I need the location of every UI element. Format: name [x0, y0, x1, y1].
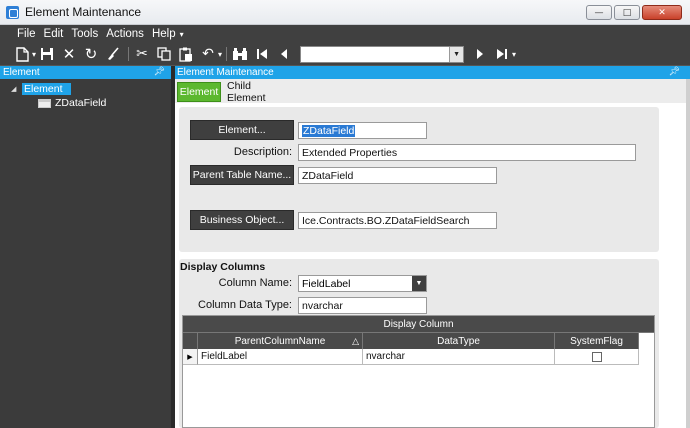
- app-icon: [6, 5, 19, 19]
- column-name-label: Column Name:: [218, 277, 292, 289]
- menu-edit[interactable]: Edit: [44, 28, 64, 40]
- menu-help[interactable]: Help: [152, 28, 176, 40]
- column-name-value: FieldLabel: [302, 277, 351, 290]
- parent-table-name-button[interactable]: Parent Table Name...: [190, 165, 294, 185]
- tree-node-root-label[interactable]: Element: [22, 83, 71, 95]
- cell-systemflag[interactable]: [555, 349, 639, 365]
- form-content: Element... ZDataField Description: Exten…: [175, 103, 686, 428]
- title-bar: Element Maintenance — □ ✕: [0, 0, 690, 25]
- main-panel-title: Element Maintenance: [177, 67, 274, 78]
- tab-strip: Element Child Element: [175, 79, 686, 116]
- business-object-button[interactable]: Business Object...: [190, 210, 294, 230]
- next-record-icon[interactable]: [472, 46, 488, 62]
- element-details-group: Element... ZDataField Description: Exten…: [179, 107, 659, 252]
- menu-bar: File Edit Tools Actions Help ▾: [0, 25, 690, 43]
- tab-child-element[interactable]: Child Element: [227, 80, 291, 104]
- clear-icon[interactable]: [105, 46, 121, 62]
- menu-overflow-icon[interactable]: ▾: [180, 30, 184, 39]
- display-column-grid[interactable]: Display Column ParentColumnName △ DataTy…: [182, 315, 655, 428]
- tree-node-child[interactable]: ZDataField: [0, 96, 171, 110]
- description-label: Description:: [233, 146, 292, 158]
- grid-row-selector-header: [183, 333, 198, 349]
- tree-node-root[interactable]: ◢ Element: [0, 82, 171, 96]
- menu-file[interactable]: File: [17, 28, 36, 40]
- minimize-button[interactable]: —: [586, 5, 612, 20]
- save-icon[interactable]: [39, 46, 55, 62]
- display-columns-group: Display Columns Column Name: FieldLabel …: [179, 259, 659, 428]
- display-columns-title: Display Columns: [180, 261, 266, 273]
- description-field[interactable]: Extended Properties: [298, 144, 636, 161]
- systemflag-checkbox[interactable]: [591, 351, 602, 362]
- element-field-value: ZDataField: [302, 124, 356, 137]
- cell-datatype[interactable]: nvarchar: [363, 349, 555, 365]
- toolbar: ▾ ✕ ↻ ✂ ↶ ▾ ▼ ▾: [0, 43, 690, 65]
- main-panel-header: Element Maintenance 📌︎: [175, 66, 690, 79]
- window-controls: — □ ✕: [586, 5, 682, 20]
- column-header-parentcolumnname[interactable]: ParentColumnName △: [198, 333, 363, 349]
- row-pointer-icon[interactable]: ▶: [183, 349, 198, 365]
- column-header-datatype[interactable]: DataType: [363, 333, 555, 349]
- toolbar-separator: [128, 47, 130, 61]
- menu-tools[interactable]: Tools: [71, 28, 98, 40]
- search-icon[interactable]: [232, 46, 248, 62]
- window-title: Element Maintenance: [25, 5, 142, 19]
- chevron-down-icon[interactable]: ▼: [449, 46, 464, 62]
- toolbar-separator: [226, 47, 228, 61]
- column-data-type-field[interactable]: nvarchar: [298, 297, 427, 314]
- pin-icon[interactable]: 📌︎: [669, 66, 680, 77]
- cut-icon[interactable]: ✂: [134, 46, 150, 62]
- column-name-combo[interactable]: FieldLabel ▼: [298, 275, 427, 292]
- copy-icon[interactable]: [156, 46, 172, 62]
- main-panel: Element Maintenance 📌︎ Element Child Ele…: [175, 66, 690, 428]
- tree-expander-icon[interactable]: ◢: [11, 85, 19, 93]
- tab-element[interactable]: Element: [177, 82, 221, 102]
- undo-dropdown-icon[interactable]: ▾: [218, 50, 222, 59]
- toolbar-overflow-icon[interactable]: ▾: [512, 50, 516, 59]
- cell-parentcolumnname[interactable]: FieldLabel: [198, 349, 363, 365]
- column-header-parentcolumnname-label: ParentColumnName: [234, 335, 326, 347]
- previous-record-icon[interactable]: [276, 46, 292, 62]
- close-button[interactable]: ✕: [642, 5, 682, 20]
- refresh-icon[interactable]: ↻: [83, 46, 99, 62]
- parent-table-name-field[interactable]: ZDataField: [298, 167, 497, 184]
- column-header-systemflag[interactable]: SystemFlag: [555, 333, 639, 349]
- tree-panel-title: Element: [3, 67, 40, 78]
- sort-ascending-icon: △: [352, 335, 359, 346]
- element-field[interactable]: ZDataField: [298, 122, 427, 139]
- new-dropdown-icon[interactable]: ▾: [32, 50, 36, 59]
- maximize-button[interactable]: □: [614, 5, 640, 20]
- grid-band-header: Display Column: [183, 316, 654, 333]
- table-icon: [38, 98, 51, 108]
- last-record-icon[interactable]: [494, 46, 510, 62]
- tree-node-child-label[interactable]: ZDataField: [55, 97, 106, 109]
- tree-panel-header: Element 📌︎: [0, 66, 171, 79]
- new-icon[interactable]: [14, 46, 30, 62]
- paste-icon[interactable]: [178, 46, 194, 62]
- first-record-icon[interactable]: [254, 46, 270, 62]
- element-button[interactable]: Element...: [190, 120, 294, 140]
- business-object-field[interactable]: Ice.Contracts.BO.ZDataFieldSearch: [298, 212, 497, 229]
- delete-icon[interactable]: ✕: [61, 46, 77, 62]
- undo-icon[interactable]: ↶: [200, 46, 216, 62]
- pin-icon[interactable]: 📌︎: [154, 66, 165, 77]
- tree-panel: Element 📌︎ ◢ Element ZDataField: [0, 66, 171, 428]
- vertical-scrollbar[interactable]: [686, 79, 690, 428]
- record-navigation-combo[interactable]: ▼: [300, 45, 465, 63]
- chevron-down-icon[interactable]: ▼: [412, 276, 426, 291]
- menu-actions[interactable]: Actions: [106, 28, 144, 40]
- column-data-type-label: Column Data Type:: [198, 299, 292, 311]
